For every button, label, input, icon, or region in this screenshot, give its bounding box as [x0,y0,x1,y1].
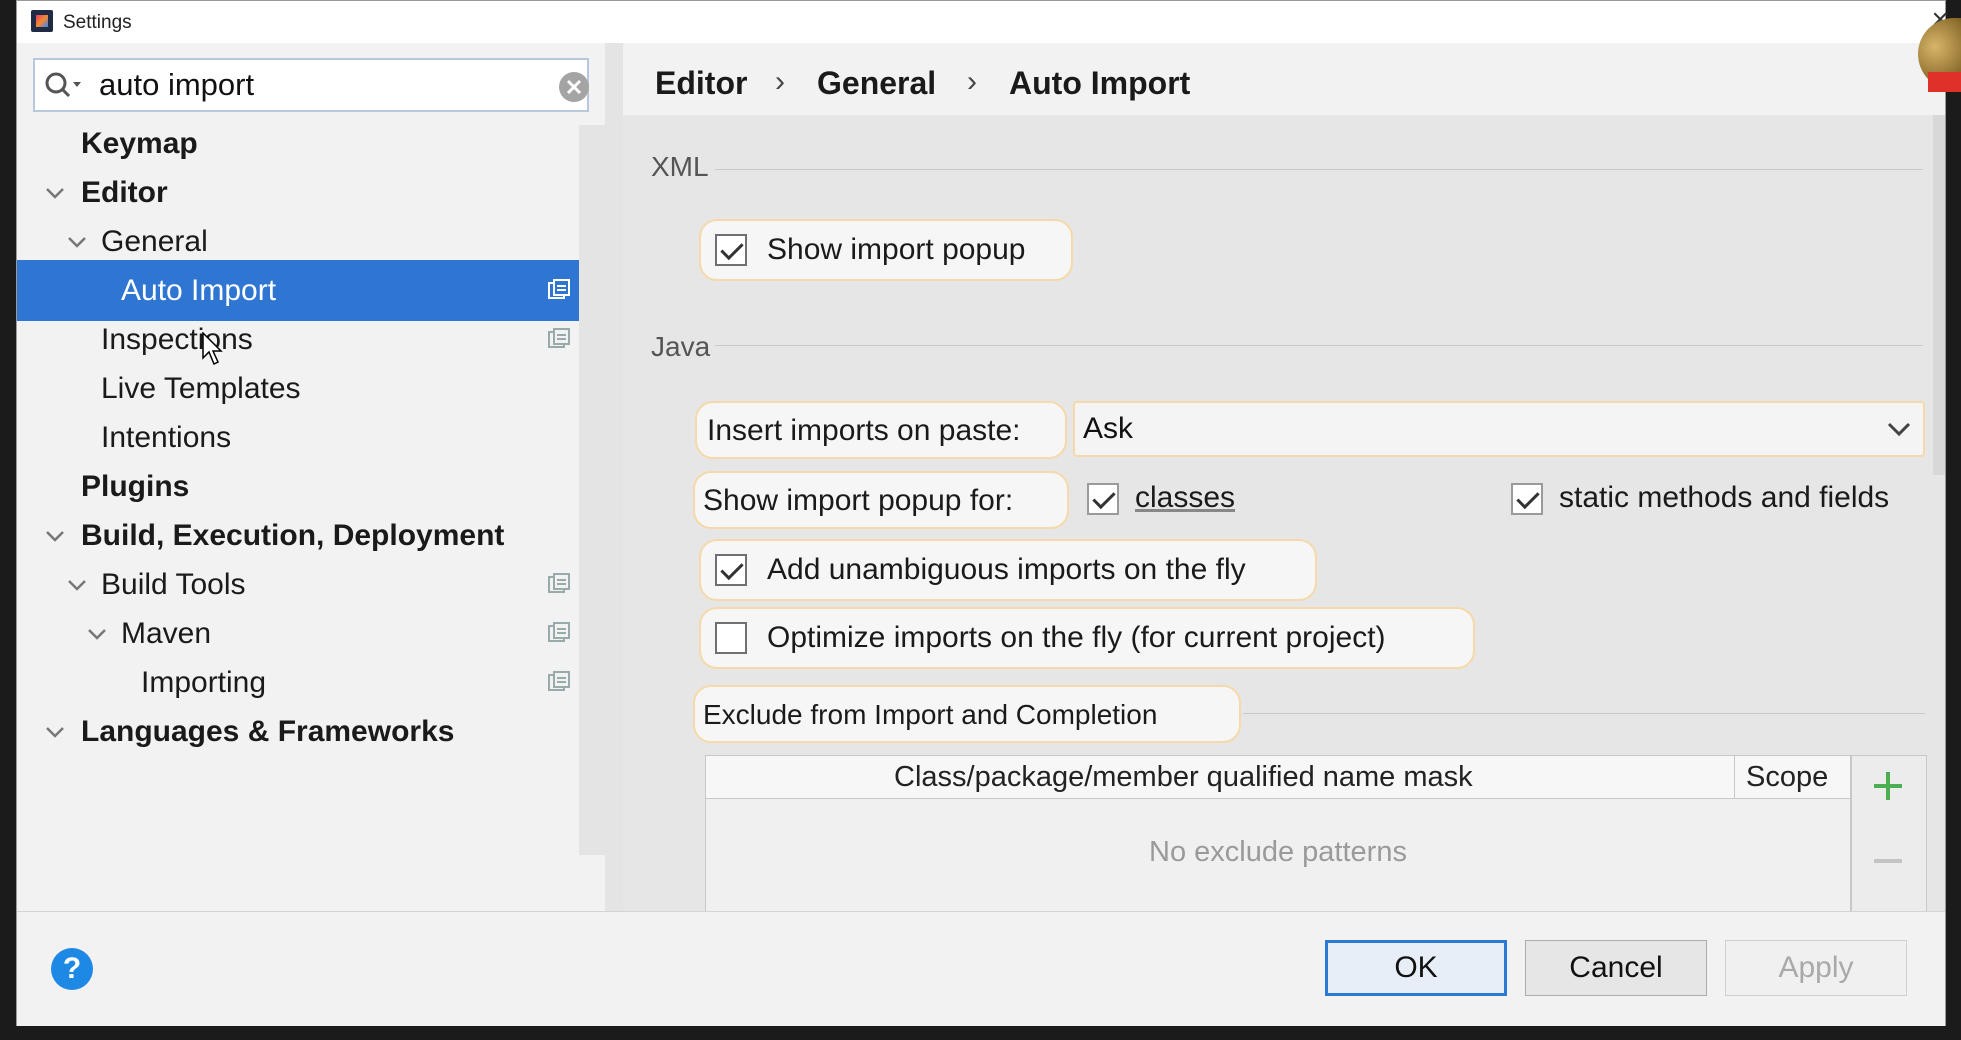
table-toolbar [1851,755,1927,917]
static-methods-label: static methods and fields [1559,481,1890,514]
app-icon [31,10,53,32]
section-xml-title: XML [651,151,709,182]
remove-icon[interactable] [1870,856,1906,866]
chevron-down-icon[interactable] [67,232,87,252]
breadcrumb-auto-import: Auto Import [1009,65,1191,101]
chevron-down-icon[interactable] [45,722,65,742]
settings-window: Settings × Keymap Editor [16,0,1949,1026]
classes-checkbox[interactable] [1087,483,1119,515]
table-header: Class/package/member qualified name mask… [706,756,1850,799]
window-title: Settings [63,12,132,33]
column-header-scope[interactable]: Scope [1746,761,1828,794]
section-divider [715,169,1923,170]
classes-label: classes [1135,481,1236,514]
dropdown-selected-value: Ask [1083,412,1134,445]
chevron-down-icon[interactable] [67,575,87,595]
column-divider [1734,756,1735,798]
optimize-imports-checkbox[interactable] [715,622,747,654]
ok-button[interactable]: OK [1325,940,1507,996]
mouse-cursor-icon [202,332,223,366]
project-scope-icon [548,279,570,299]
project-scope-icon [548,328,570,348]
breadcrumb-editor: Editor [655,65,748,101]
tree-item-languages-frameworks[interactable]: Languages & Frameworks [17,701,605,762]
tree-item-label: Languages & Frameworks [81,715,455,748]
settings-sidebar: Keymap Editor General Auto Import [17,43,605,911]
project-scope-icon [548,671,570,691]
table-empty-text: No exclude patterns [1149,836,1407,868]
exclude-label-box: Exclude from Import and Completion [693,685,1241,743]
search-box[interactable] [33,58,589,112]
chevron-right-icon: › [775,65,785,98]
apply-button[interactable]: Apply [1725,940,1907,996]
chevron-right-icon: › [967,65,977,98]
show-import-popup-xml-checkbox[interactable] [715,234,747,266]
exclude-from-import-label: Exclude from Import and Completion [703,699,1158,730]
add-icon[interactable] [1870,768,1906,804]
project-scope-icon [548,573,570,593]
panel-divider[interactable] [605,43,623,911]
add-unambiguous-imports-checkbox[interactable] [715,554,747,586]
dialog-footer: ? OK Cancel Apply [17,911,1945,1026]
add-unambiguous-imports-option[interactable]: Add unambiguous imports on the fly [699,539,1317,601]
show-import-popup-for-label: Show import popup for: [703,484,1014,517]
search-icon[interactable] [43,70,83,100]
breadcrumb: Editor › General › Auto Import [623,43,1945,115]
exclude-patterns-table[interactable]: Class/package/member qualified name mask… [705,755,1851,917]
breadcrumb-general: General [817,65,937,101]
overlay-badge [1928,72,1961,92]
column-header-mask[interactable]: Class/package/member qualified name mask [894,761,1473,794]
checkbox-label: Optimize imports on the fly (for current… [767,621,1386,654]
chevron-down-icon[interactable] [1885,417,1913,441]
insert-imports-on-paste-label-box: Insert imports on paste: [695,401,1067,459]
insert-imports-on-paste-label: Insert imports on paste: [707,414,1021,447]
help-icon[interactable]: ? [51,948,93,990]
insert-imports-on-paste-dropdown[interactable]: Ask [1073,401,1925,457]
clear-search-icon[interactable] [557,70,591,104]
optimize-imports-option[interactable]: Optimize imports on the fly (for current… [699,607,1475,669]
project-scope-icon [548,622,570,642]
chevron-down-icon[interactable] [87,624,107,644]
auto-import-settings: XML Show import popup Java Insert import… [623,115,1945,917]
show-import-popup-for-label-box: Show import popup for: [693,471,1069,529]
checkbox-label: Add unambiguous imports on the fly [767,553,1246,586]
static-methods-checkbox[interactable] [1511,483,1543,515]
title-bar: Settings × [17,1,1949,43]
search-input[interactable] [99,65,519,105]
section-divider [1243,713,1925,714]
cancel-button[interactable]: Cancel [1525,940,1707,996]
sidebar-scrollbar[interactable] [579,125,605,855]
chevron-down-icon[interactable] [45,526,65,546]
section-java-title: Java [651,331,711,362]
chevron-down-icon[interactable] [45,183,65,203]
show-import-popup-xml-option[interactable]: Show import popup [699,219,1073,281]
content-scrollbar[interactable] [1933,115,1945,475]
checkbox-label: Show import popup [767,233,1026,266]
section-divider [715,345,1923,346]
